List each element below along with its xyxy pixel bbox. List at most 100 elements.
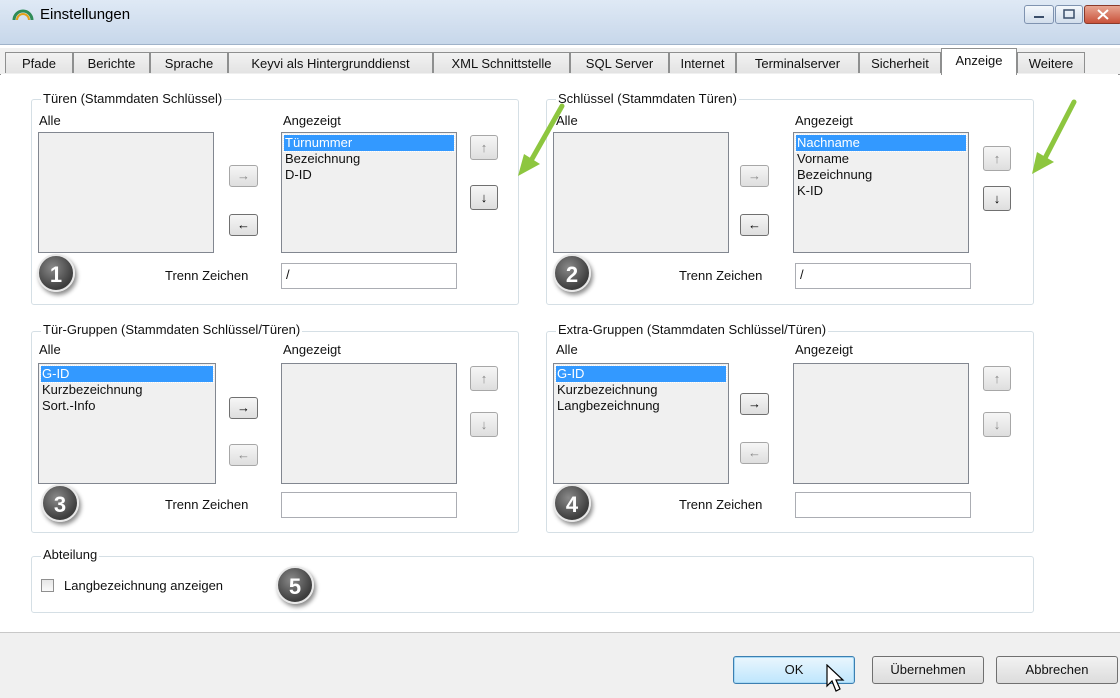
arrow-left-icon: ←	[237, 217, 250, 232]
cancel-button[interactable]: Abbrechen	[996, 656, 1118, 684]
tab-sql-server[interactable]: SQL Server	[570, 52, 669, 73]
list-item[interactable]: Kurzbezeichnung	[554, 382, 728, 398]
move-down-button[interactable]: ↓	[983, 412, 1011, 437]
maximize-button[interactable]	[1055, 5, 1083, 24]
move-down-button[interactable]: ↓	[470, 412, 498, 437]
list-item[interactable]: Bezeichnung	[794, 167, 968, 183]
all-label: Alle	[39, 113, 61, 128]
group-abteilung-title: Abteilung	[41, 547, 100, 562]
tab-internet[interactable]: Internet	[669, 52, 736, 73]
move-left-button[interactable]: ←	[229, 214, 258, 236]
minimize-icon	[1034, 16, 1044, 18]
tuer-gruppen-all-list[interactable]: G-ID Kurzbezeichnung Sort.-Info	[38, 363, 216, 484]
tab-pfade[interactable]: Pfade	[5, 52, 73, 73]
move-left-button[interactable]: ←	[740, 214, 769, 236]
arrow-left-icon: ←	[237, 447, 250, 462]
all-label: Alle	[39, 342, 61, 357]
arrow-down-icon: ↓	[993, 191, 1001, 206]
move-right-button[interactable]: →	[229, 165, 258, 187]
group-extra-gruppen-title: Extra-Gruppen (Stammdaten Schlüssel/Türe…	[556, 322, 829, 337]
move-right-button[interactable]: →	[740, 393, 769, 415]
separator-input[interactable]: /	[795, 263, 971, 289]
arrow-left-icon: ←	[748, 445, 761, 460]
move-left-button[interactable]: ←	[229, 444, 258, 466]
list-item[interactable]: Bezeichnung	[282, 151, 456, 167]
list-item[interactable]: Vorname	[794, 151, 968, 167]
separator-input[interactable]	[281, 492, 457, 518]
list-item[interactable]: Langbezeichnung	[554, 398, 728, 414]
move-up-button[interactable]: ↑	[983, 366, 1011, 391]
separator-input[interactable]	[795, 492, 971, 518]
schluessel-all-list[interactable]	[553, 132, 729, 253]
list-item[interactable]: G-ID	[40, 365, 214, 383]
shown-label: Angezeigt	[283, 342, 341, 357]
tab-berichte[interactable]: Berichte	[73, 52, 150, 73]
move-up-button[interactable]: ↑	[470, 135, 498, 160]
tueren-all-list[interactable]	[38, 132, 214, 253]
close-icon	[1097, 9, 1109, 20]
move-down-button[interactable]: ↓	[470, 185, 498, 210]
title-bar	[0, 0, 1120, 45]
tab-anzeige[interactable]: Anzeige	[941, 48, 1017, 75]
move-up-button[interactable]: ↑	[983, 146, 1011, 171]
list-item[interactable]: Nachname	[795, 134, 967, 152]
group-schluessel-title: Schlüssel (Stammdaten Türen)	[556, 91, 739, 106]
group-tueren-title: Türen (Stammdaten Schlüssel)	[41, 91, 225, 106]
group-tuer-gruppen-title: Tür-Gruppen (Stammdaten Schlüssel/Türen)	[41, 322, 303, 337]
separator-label: Trenn Zeichen	[165, 268, 249, 283]
shown-label: Angezeigt	[795, 342, 853, 357]
tab-weitere[interactable]: Weitere	[1017, 52, 1085, 73]
arrow-right-icon: →	[748, 396, 761, 411]
long-name-checkbox-label[interactable]: Langbezeichnung anzeigen	[64, 578, 223, 593]
arrow-down-icon: ↓	[480, 417, 488, 432]
tab-terminalserver[interactable]: Terminalserver	[736, 52, 859, 73]
annotation-arrow-icon	[1032, 99, 1077, 174]
callout-badge: 5	[276, 566, 314, 604]
move-right-button[interactable]: →	[229, 397, 258, 419]
minimize-button[interactable]	[1024, 5, 1054, 24]
extra-gruppen-shown-list[interactable]	[793, 363, 969, 484]
arrow-up-icon: ↑	[993, 151, 1001, 166]
move-down-button[interactable]: ↓	[983, 186, 1011, 211]
tuer-gruppen-shown-list[interactable]	[281, 363, 457, 484]
list-item[interactable]: Sort.-Info	[39, 398, 215, 414]
list-item[interactable]: Kurzbezeichnung	[39, 382, 215, 398]
move-right-button[interactable]: →	[740, 165, 769, 187]
tab-sprache[interactable]: Sprache	[150, 52, 228, 73]
app-arc-icon	[12, 9, 34, 21]
schluessel-shown-list[interactable]: Nachname Vorname Bezeichnung K-ID	[793, 132, 969, 253]
arrow-left-icon: ←	[748, 217, 761, 232]
separator-input[interactable]: /	[281, 263, 457, 289]
arrow-down-icon: ↓	[480, 190, 488, 205]
extra-gruppen-all-list[interactable]: G-ID Kurzbezeichnung Langbezeichnung	[553, 363, 729, 484]
list-item[interactable]: K-ID	[794, 183, 968, 199]
list-item[interactable]: G-ID	[555, 365, 727, 383]
arrow-right-icon: →	[237, 400, 250, 415]
separator-label: Trenn Zeichen	[165, 497, 249, 512]
close-button[interactable]	[1084, 5, 1120, 24]
callout-badge: 2	[553, 254, 591, 292]
move-left-button[interactable]: ←	[740, 442, 769, 464]
tab-xml-schnittstelle[interactable]: XML Schnittstelle	[433, 52, 570, 73]
apply-button[interactable]: Übernehmen	[872, 656, 984, 684]
arrow-down-icon: ↓	[993, 417, 1001, 432]
arrow-right-icon: →	[748, 168, 761, 183]
callout-badge: 4	[553, 484, 591, 522]
callout-badge: 1	[37, 254, 75, 292]
list-item[interactable]: D-ID	[282, 167, 456, 183]
list-item[interactable]: Türnummer	[283, 134, 455, 152]
annotation-arrow-icon	[518, 103, 565, 176]
tueren-shown-list[interactable]: Türnummer Bezeichnung D-ID	[281, 132, 457, 253]
maximize-icon	[1063, 9, 1075, 19]
all-label: Alle	[556, 342, 578, 357]
mouse-cursor-icon	[826, 664, 845, 692]
shown-label: Angezeigt	[283, 113, 341, 128]
tab-sicherheit[interactable]: Sicherheit	[859, 52, 941, 73]
tab-keyvi-hintergrunddienst[interactable]: Keyvi als Hintergrunddienst	[228, 52, 433, 73]
arrow-up-icon: ↑	[480, 140, 488, 155]
long-name-checkbox[interactable]	[41, 579, 54, 592]
move-up-button[interactable]: ↑	[470, 366, 498, 391]
callout-badge: 3	[41, 484, 79, 522]
window-title: Einstellungen	[40, 6, 131, 23]
separator-label: Trenn Zeichen	[679, 497, 763, 512]
